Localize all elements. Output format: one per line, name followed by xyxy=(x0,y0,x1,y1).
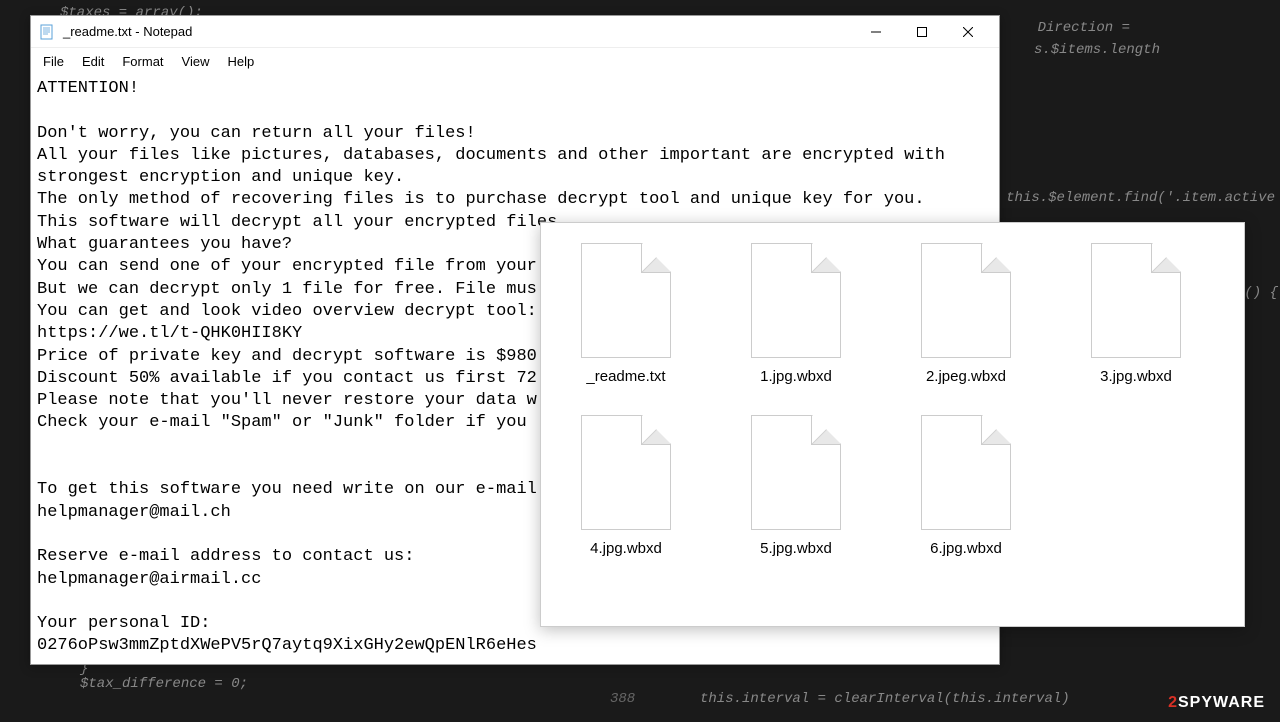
notepad-icon xyxy=(39,24,55,40)
menubar: File Edit Format View Help xyxy=(31,48,999,74)
bg-code-line: this.interval = clearInterval(this.inter… xyxy=(700,691,1070,707)
bg-code-line: 388 xyxy=(610,691,635,707)
file-label: 1.jpg.wbxd xyxy=(760,368,832,385)
menu-format[interactable]: Format xyxy=(114,52,171,71)
file-label: 3.jpg.wbxd xyxy=(1100,368,1172,385)
bg-code-line: Direction = xyxy=(1038,20,1130,36)
file-icon xyxy=(581,415,671,530)
file-icon xyxy=(581,243,671,358)
bg-code-line: $tax_difference = 0; xyxy=(80,676,248,692)
menu-help[interactable]: Help xyxy=(219,52,262,71)
file-icon xyxy=(921,243,1011,358)
file-label: 5.jpg.wbxd xyxy=(760,540,832,557)
menu-file[interactable]: File xyxy=(35,52,72,71)
file-item[interactable]: 5.jpg.wbxd xyxy=(736,415,856,557)
file-label: 6.jpg.wbxd xyxy=(930,540,1002,557)
window-title: _readme.txt - Notepad xyxy=(63,24,853,39)
watermark-num: 2 xyxy=(1168,694,1178,711)
file-label: 2.jpeg.wbxd xyxy=(926,368,1006,385)
file-item[interactable]: _readme.txt xyxy=(566,243,686,385)
bg-code-line: () { xyxy=(1244,285,1278,301)
file-label: _readme.txt xyxy=(586,368,665,385)
bg-code-line: s.$items.length xyxy=(1034,42,1160,58)
file-icon xyxy=(751,415,841,530)
file-item[interactable]: 2.jpeg.wbxd xyxy=(906,243,1026,385)
menu-edit[interactable]: Edit xyxy=(74,52,112,71)
watermark-text: SPYWARE xyxy=(1178,694,1265,711)
file-item[interactable]: 6.jpg.wbxd xyxy=(906,415,1026,557)
file-icon xyxy=(1091,243,1181,358)
file-explorer: _readme.txt 1.jpg.wbxd 2.jpeg.wbxd 3.jpg… xyxy=(540,222,1245,627)
menu-view[interactable]: View xyxy=(174,52,218,71)
minimize-button[interactable] xyxy=(853,17,899,47)
file-item[interactable]: 1.jpg.wbxd xyxy=(736,243,856,385)
close-button[interactable] xyxy=(945,17,991,47)
file-icon xyxy=(921,415,1011,530)
file-icon xyxy=(751,243,841,358)
file-item[interactable]: 4.jpg.wbxd xyxy=(566,415,686,557)
watermark: 2SPYWARE xyxy=(1168,694,1265,712)
window-controls xyxy=(853,17,991,47)
file-item[interactable]: 3.jpg.wbxd xyxy=(1076,243,1196,385)
file-label: 4.jpg.wbxd xyxy=(590,540,662,557)
titlebar[interactable]: _readme.txt - Notepad xyxy=(31,16,999,48)
maximize-button[interactable] xyxy=(899,17,945,47)
